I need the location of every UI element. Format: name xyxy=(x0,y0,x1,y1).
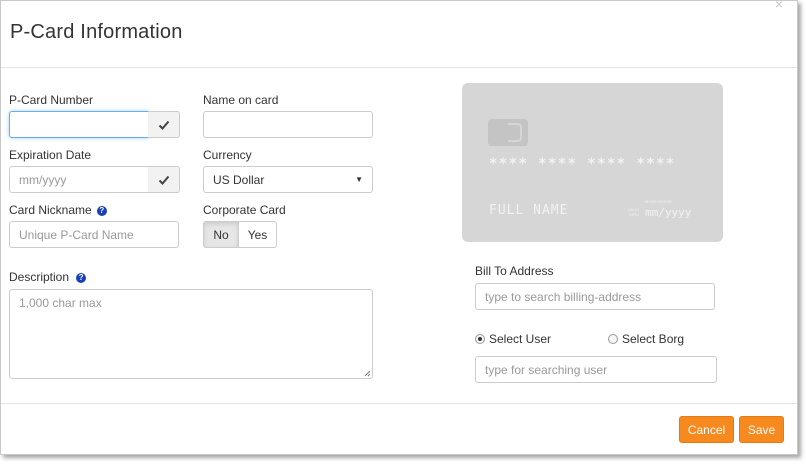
card-nickname-label-row: Card Nickname? xyxy=(9,203,107,217)
card-expiry: mm/yyyy xyxy=(645,206,692,219)
select-user-radio[interactable]: Select User xyxy=(475,332,551,346)
name-on-card-label: Name on card xyxy=(203,93,279,107)
select-borg-label: Select Borg xyxy=(622,332,685,346)
card-chip-icon xyxy=(488,119,528,146)
currency-select[interactable]: US Dollar ▼ xyxy=(203,166,373,193)
close-icon[interactable]: × xyxy=(775,0,783,11)
corporate-card-yes-button[interactable]: Yes xyxy=(239,221,277,248)
check-icon xyxy=(158,120,169,130)
currency-selected-value: US Dollar xyxy=(213,172,265,187)
card-number-mask: **** **** **** **** xyxy=(489,156,676,172)
card-valid-thru-caption: VALID THRU xyxy=(628,207,639,217)
pcard-number-input[interactable] xyxy=(9,111,149,138)
card-nickname-input[interactable] xyxy=(9,221,179,248)
header-divider xyxy=(1,67,797,68)
corporate-card-label: Corporate Card xyxy=(203,203,286,217)
description-textarea[interactable] xyxy=(9,289,373,379)
help-icon[interactable]: ? xyxy=(76,273,87,283)
card-thru-caption: THRU xyxy=(628,212,640,217)
currency-label: Currency xyxy=(203,148,252,162)
select-borg-radio[interactable]: Select Borg xyxy=(608,332,684,346)
pcard-number-verify-button[interactable] xyxy=(148,111,180,138)
corporate-card-no-button[interactable]: No xyxy=(203,221,239,248)
card-preview: **** **** **** **** FULL NAME MONTH/YEAR… xyxy=(462,83,723,242)
card-month-year-caption: MONTH/YEAR xyxy=(645,199,672,204)
description-label-row: Description? xyxy=(9,270,87,284)
expiration-date-label: Expiration Date xyxy=(9,148,92,162)
card-holder-name: FULL NAME xyxy=(489,203,569,218)
cancel-button[interactable]: Cancel xyxy=(679,416,734,443)
name-on-card-input[interactable] xyxy=(203,111,373,138)
chevron-down-icon: ▼ xyxy=(355,175,363,184)
footer-divider xyxy=(1,403,797,404)
corporate-card-toggle: No Yes xyxy=(203,221,277,248)
save-button[interactable]: Save xyxy=(739,416,784,443)
description-label: Description xyxy=(9,270,70,284)
expiration-date-verify-button[interactable] xyxy=(148,166,180,193)
pcard-modal: × P-Card Information P-Card Number Name … xyxy=(0,0,798,455)
radio-unchecked-icon xyxy=(608,334,618,344)
modal-title: P-Card Information xyxy=(10,21,183,43)
check-icon xyxy=(158,175,169,185)
bill-to-address-input[interactable] xyxy=(475,283,715,310)
expiration-date-input[interactable] xyxy=(9,166,149,193)
bill-to-address-label: Bill To Address xyxy=(475,264,554,278)
radio-checked-icon xyxy=(475,334,485,344)
help-icon[interactable]: ? xyxy=(96,206,107,216)
select-user-label: Select User xyxy=(489,332,552,346)
resize-handle-icon[interactable] xyxy=(363,369,371,377)
user-search-input[interactable] xyxy=(475,356,717,383)
pcard-number-label: P-Card Number xyxy=(9,93,94,107)
card-nickname-label: Card Nickname xyxy=(9,203,92,217)
